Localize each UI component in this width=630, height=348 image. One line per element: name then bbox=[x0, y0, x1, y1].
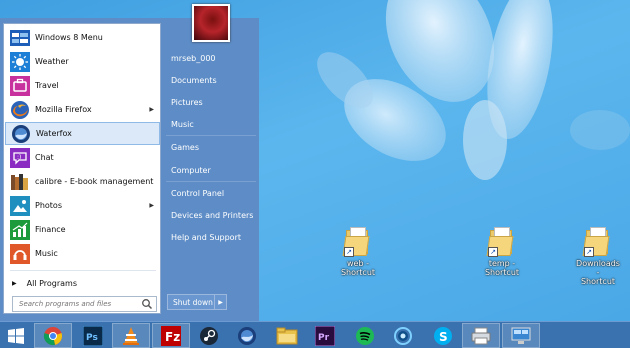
app-item-label: Weather bbox=[35, 57, 69, 66]
right-item-games[interactable]: Games bbox=[166, 138, 256, 156]
printer-icon bbox=[471, 327, 491, 344]
premiere-icon: Pr bbox=[315, 325, 335, 346]
shutdown-button[interactable]: Shut down ▶ bbox=[167, 294, 227, 310]
app-item-label: Travel bbox=[35, 81, 59, 90]
weather-icon bbox=[10, 51, 30, 72]
file-explorer-icon bbox=[276, 327, 298, 344]
taskbar-remote-desktop[interactable] bbox=[502, 323, 540, 348]
start-menu: Windows 8 Menu Weather Travel Mozilla Fi… bbox=[0, 4, 259, 321]
desktop-icon-label: web - Shortcut bbox=[340, 259, 376, 277]
taskbar-premiere[interactable]: Pr bbox=[306, 323, 344, 348]
app-item-firefox[interactable]: Mozilla Firefox ▶ bbox=[5, 98, 160, 121]
svg-text:Fz: Fz bbox=[165, 330, 180, 344]
programs-pane: Windows 8 Menu Weather Travel Mozilla Fi… bbox=[3, 23, 161, 314]
app-item-label: Music bbox=[35, 249, 58, 258]
windows-logo-icon bbox=[8, 327, 24, 344]
svg-text:Ps: Ps bbox=[86, 333, 98, 343]
filezilla-icon: Fz bbox=[161, 325, 181, 346]
right-item-user[interactable]: mrseb_000 bbox=[166, 49, 256, 67]
taskbar-printer[interactable] bbox=[462, 323, 500, 348]
taskbar-spotify[interactable] bbox=[346, 323, 384, 348]
shutdown-label: Shut down bbox=[173, 297, 213, 307]
desktop-icon-label: Downloads - Shortcut bbox=[576, 259, 620, 286]
taskbar-steam[interactable] bbox=[190, 323, 228, 348]
shutdown-options-arrow-icon[interactable]: ▶ bbox=[214, 295, 226, 309]
folder-shortcut-icon: ↗ bbox=[486, 227, 516, 257]
waterfox-icon bbox=[238, 326, 256, 345]
chrome-icon bbox=[43, 326, 63, 345]
expand-arrow-icon: ▶ bbox=[12, 279, 17, 287]
app-item-music[interactable]: Music bbox=[5, 242, 160, 265]
windows8-menu-icon bbox=[10, 28, 30, 48]
app-item-label: Mozilla Firefox bbox=[35, 105, 92, 114]
desktop-shortcut-web[interactable]: ↗ web - Shortcut bbox=[336, 227, 380, 277]
search-icon[interactable] bbox=[141, 298, 153, 310]
taskbar-network-app[interactable] bbox=[384, 323, 422, 348]
right-item-control-panel[interactable]: Control Panel bbox=[166, 184, 256, 202]
app-item-waterfox[interactable]: Waterfox bbox=[5, 122, 160, 145]
taskbar-waterfox[interactable] bbox=[228, 323, 266, 348]
chat-icon: :) bbox=[10, 147, 30, 168]
music-icon bbox=[10, 243, 30, 264]
photos-icon bbox=[10, 195, 30, 216]
desktop-shortcut-temp[interactable]: ↗ temp - Shortcut bbox=[480, 227, 524, 277]
search-box[interactable] bbox=[12, 296, 157, 312]
network-app-icon bbox=[394, 326, 412, 345]
app-item-finance[interactable]: Finance bbox=[5, 218, 160, 241]
svg-text::): :) bbox=[17, 154, 21, 161]
app-item-label: Chat bbox=[35, 153, 54, 162]
separator bbox=[10, 270, 156, 271]
taskbar-chrome[interactable] bbox=[34, 323, 72, 348]
app-item-label: Photos bbox=[35, 201, 62, 210]
skype-icon: S bbox=[434, 326, 452, 345]
folder-shortcut-icon: ↗ bbox=[582, 227, 612, 257]
spotify-icon bbox=[356, 326, 374, 345]
taskbar-photoshop[interactable]: Ps bbox=[74, 323, 112, 348]
firefox-icon bbox=[10, 100, 30, 120]
photoshop-icon: Ps bbox=[83, 325, 103, 346]
app-item-label: Finance bbox=[35, 225, 66, 234]
submenu-arrow-icon: ▶ bbox=[149, 202, 154, 209]
right-item-help-support[interactable]: Help and Support bbox=[166, 228, 256, 246]
app-item-label: Waterfox bbox=[36, 129, 72, 138]
svg-text:Pr: Pr bbox=[318, 333, 330, 343]
app-item-label: calibre - E-book management bbox=[35, 177, 154, 186]
user-avatar[interactable] bbox=[192, 4, 230, 42]
all-programs-label: All Programs bbox=[26, 278, 78, 288]
waterfox-icon bbox=[11, 124, 31, 144]
right-item-computer[interactable]: Computer bbox=[166, 161, 256, 179]
start-button[interactable] bbox=[0, 323, 32, 348]
taskbar-filezilla[interactable]: Fz bbox=[152, 323, 190, 348]
separator bbox=[166, 135, 256, 136]
travel-icon bbox=[10, 75, 30, 96]
desktop-icon-label: temp - Shortcut bbox=[484, 259, 520, 277]
calibre-icon bbox=[10, 172, 30, 192]
right-item-pictures[interactable]: Pictures bbox=[166, 93, 256, 111]
app-item-chat[interactable]: :) Chat bbox=[5, 146, 160, 169]
taskbar: Ps Fz Pr S bbox=[0, 321, 630, 348]
right-item-devices-printers[interactable]: Devices and Printers bbox=[166, 206, 256, 224]
app-item-weather[interactable]: Weather bbox=[5, 50, 160, 73]
vlc-icon bbox=[123, 326, 139, 345]
taskbar-file-explorer[interactable] bbox=[268, 323, 306, 348]
taskbar-skype[interactable]: S bbox=[424, 323, 462, 348]
app-item-photos[interactable]: Photos ▶ bbox=[5, 194, 160, 217]
all-programs-button[interactable]: ▶ All Programs bbox=[12, 276, 160, 290]
taskbar-vlc[interactable] bbox=[112, 323, 150, 348]
separator bbox=[166, 181, 256, 182]
finance-icon bbox=[10, 219, 30, 240]
app-item-calibre[interactable]: calibre - E-book management bbox=[5, 170, 160, 193]
app-item-travel[interactable]: Travel bbox=[5, 74, 160, 97]
steam-icon bbox=[200, 326, 218, 345]
folder-shortcut-icon: ↗ bbox=[342, 227, 372, 257]
app-item-label: Windows 8 Menu bbox=[35, 33, 103, 42]
search-input[interactable] bbox=[13, 298, 141, 310]
desktop-shortcut-downloads[interactable]: ↗ Downloads - Shortcut bbox=[576, 227, 620, 286]
right-item-documents[interactable]: Documents bbox=[166, 71, 256, 89]
app-item-windows8-menu[interactable]: Windows 8 Menu bbox=[5, 26, 160, 49]
remote-desktop-icon bbox=[511, 327, 531, 344]
submenu-arrow-icon: ▶ bbox=[149, 106, 154, 113]
svg-text:S: S bbox=[439, 330, 448, 344]
right-item-music[interactable]: Music bbox=[166, 115, 256, 133]
